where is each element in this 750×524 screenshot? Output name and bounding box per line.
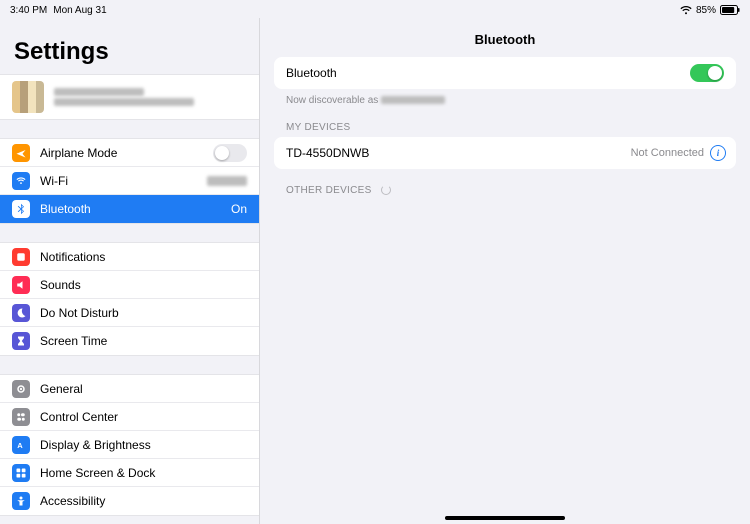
sidebar-item-label: Airplane Mode [40, 146, 213, 160]
sidebar-item-account[interactable] [0, 75, 259, 119]
notifications-icon [12, 248, 30, 266]
hourglass-icon [12, 332, 30, 350]
status-bar: 3:40 PM Mon Aug 31 85% [0, 0, 750, 18]
control-center-icon [12, 408, 30, 426]
account-name-redacted [54, 88, 194, 106]
bluetooth-toggle-label: Bluetooth [286, 66, 690, 80]
gear-icon [12, 380, 30, 398]
wifi-network-redacted [207, 176, 247, 186]
other-devices-header: OTHER DEVICES [274, 169, 736, 200]
sidebar-item-label: Notifications [40, 250, 247, 264]
sidebar-item-home-screen[interactable]: Home Screen & Dock [0, 459, 259, 487]
display-icon: A [12, 436, 30, 454]
detail-pane: Bluetooth Bluetooth Now discoverable as … [260, 18, 750, 524]
status-time: 3:40 PM [10, 5, 47, 16]
avatar [12, 81, 44, 113]
sidebar-item-bluetooth[interactable]: Bluetooth On [0, 195, 259, 223]
accessibility-icon [12, 492, 30, 510]
bluetooth-icon [12, 200, 30, 218]
bluetooth-toggle[interactable] [690, 64, 724, 82]
spinner-icon [381, 185, 391, 195]
device-name-redacted [381, 96, 445, 104]
device-name: TD-4550DNWB [286, 146, 631, 160]
battery-percent: 85% [696, 5, 716, 16]
battery-icon [720, 5, 740, 15]
device-row[interactable]: TD-4550DNWB Not Connected i [274, 137, 736, 169]
sidebar-item-label: Control Center [40, 410, 247, 424]
sidebar-item-airplane-mode[interactable]: Airplane Mode [0, 139, 259, 167]
sidebar-item-control-center[interactable]: Control Center [0, 403, 259, 431]
wifi-icon [12, 172, 30, 190]
sidebar-item-label: General [40, 382, 247, 396]
airplane-toggle[interactable] [213, 144, 247, 162]
sidebar-item-label: Wi-Fi [40, 174, 207, 188]
page-title: Bluetooth [260, 18, 750, 57]
sidebar: Settings Airplane Mode [0, 18, 260, 524]
bluetooth-toggle-row[interactable]: Bluetooth [274, 57, 736, 89]
my-devices-header: MY DEVICES [274, 106, 736, 137]
sidebar-item-sounds[interactable]: Sounds [0, 271, 259, 299]
discoverable-hint: Now discoverable as [274, 89, 736, 106]
status-date: Mon Aug 31 [53, 5, 106, 16]
moon-icon [12, 304, 30, 322]
home-indicator[interactable] [445, 516, 565, 520]
svg-text:A: A [17, 441, 23, 450]
info-icon[interactable]: i [710, 145, 726, 161]
airplane-icon [12, 144, 30, 162]
sidebar-item-label: Do Not Disturb [40, 306, 247, 320]
sidebar-item-label: Screen Time [40, 334, 247, 348]
settings-title: Settings [0, 18, 259, 74]
sidebar-item-label: Accessibility [40, 494, 247, 508]
grid-icon [12, 464, 30, 482]
sidebar-item-screen-time[interactable]: Screen Time [0, 327, 259, 355]
sidebar-item-label: Sounds [40, 278, 247, 292]
sidebar-item-accessibility[interactable]: Accessibility [0, 487, 259, 515]
bluetooth-status: On [231, 202, 247, 216]
sidebar-item-wifi[interactable]: Wi-Fi [0, 167, 259, 195]
wifi-icon [680, 6, 692, 15]
sidebar-item-display[interactable]: A Display & Brightness [0, 431, 259, 459]
sounds-icon [12, 276, 30, 294]
sidebar-item-dnd[interactable]: Do Not Disturb [0, 299, 259, 327]
sidebar-item-label: Bluetooth [40, 202, 231, 216]
sidebar-item-general[interactable]: General [0, 375, 259, 403]
sidebar-item-label: Display & Brightness [40, 438, 247, 452]
sidebar-item-notifications[interactable]: Notifications [0, 243, 259, 271]
device-status: Not Connected [631, 147, 704, 159]
sidebar-item-label: Home Screen & Dock [40, 466, 247, 480]
